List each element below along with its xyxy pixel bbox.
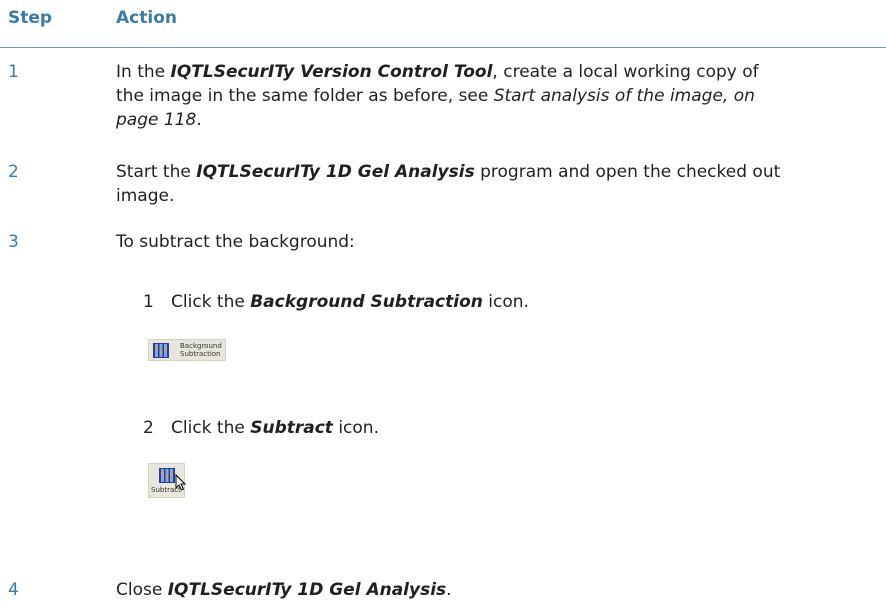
background-subtraction-button: Background Subtraction <box>148 339 226 361</box>
step-number: 2 <box>8 162 19 182</box>
gel-lanes-icon <box>159 468 175 483</box>
substep-1-text: Click the Background Subtraction icon. <box>171 292 529 312</box>
step-column-header: Step <box>8 8 53 28</box>
step-number: 3 <box>8 232 19 252</box>
action-column-header: Action <box>116 8 177 28</box>
substep-2-text: Click the Subtract icon. <box>171 418 379 438</box>
subtract-button: Subtract <box>148 463 187 498</box>
substep-number: 2 <box>143 418 154 438</box>
background-subtraction-label: Background Subtraction <box>180 342 222 358</box>
mouse-pointer-icon <box>175 474 187 491</box>
step-2-text: Start the IQTLSecurITy 1D Gel Analysis p… <box>116 162 781 206</box>
step-3-text: To subtract the background: <box>116 232 355 252</box>
step-4-text: Close IQTLSecurITy 1D Gel Analysis. <box>116 580 452 600</box>
gel-lanes-icon <box>153 343 169 358</box>
step-1-text: In the IQTLSecurITy Version Control Tool… <box>116 62 759 130</box>
header-rule <box>0 47 886 48</box>
step-number: 1 <box>8 62 19 82</box>
table-header: Step Action <box>0 0 886 48</box>
step-number: 4 <box>8 580 19 600</box>
substep-number: 1 <box>143 292 154 312</box>
